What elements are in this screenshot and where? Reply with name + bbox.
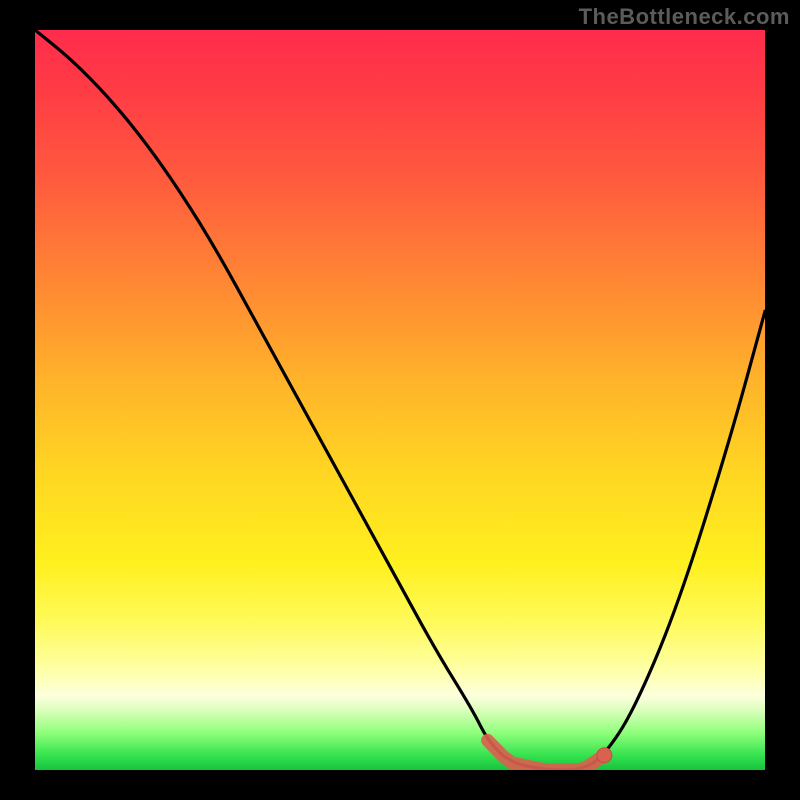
chart-frame: TheBottleneck.com — [0, 0, 800, 800]
highlight-path — [488, 740, 605, 770]
bottleneck-curve — [35, 30, 765, 770]
curve-path — [35, 30, 765, 770]
plot-area — [35, 30, 765, 770]
watermark-text: TheBottleneck.com — [579, 4, 790, 30]
highlight-end-marker — [597, 748, 612, 763]
